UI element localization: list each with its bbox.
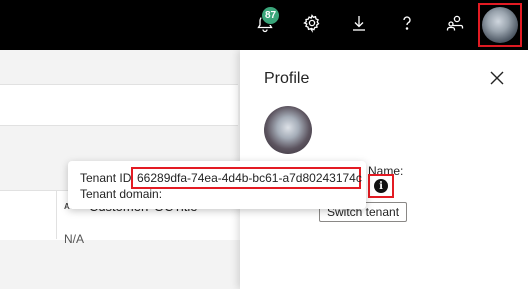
settings-button[interactable]: [295, 8, 329, 42]
column-divider: [56, 190, 57, 239]
gear-icon: [302, 13, 322, 38]
info-icon: i: [374, 179, 388, 193]
close-icon: [489, 70, 505, 91]
table-cell: N/A: [64, 232, 85, 246]
content-card: [0, 84, 238, 126]
avatar: [482, 7, 518, 43]
tenant-id-label: Tenant ID:: [80, 171, 135, 185]
notification-count-badge: 87: [261, 6, 281, 25]
panel-title: Profile: [264, 70, 310, 87]
account-avatar-button[interactable]: [478, 3, 522, 47]
close-button[interactable]: [486, 69, 508, 91]
help-icon: [397, 13, 417, 38]
tenant-id-value: 66289dfa-74ea-4d4b-bc61-a7d80243174c: [131, 167, 362, 189]
help-button[interactable]: [390, 8, 424, 42]
profile-photo: [264, 106, 312, 154]
top-bar: 87: [0, 0, 528, 50]
people-icon: [445, 13, 465, 38]
notifications-button[interactable]: 87: [248, 6, 282, 42]
feedback-button[interactable]: [438, 8, 472, 42]
tenant-domain-label: Tenant domain:: [80, 187, 163, 201]
download-button[interactable]: [342, 8, 376, 42]
tenant-info-button[interactable]: i: [368, 174, 394, 198]
download-icon: [349, 13, 369, 38]
